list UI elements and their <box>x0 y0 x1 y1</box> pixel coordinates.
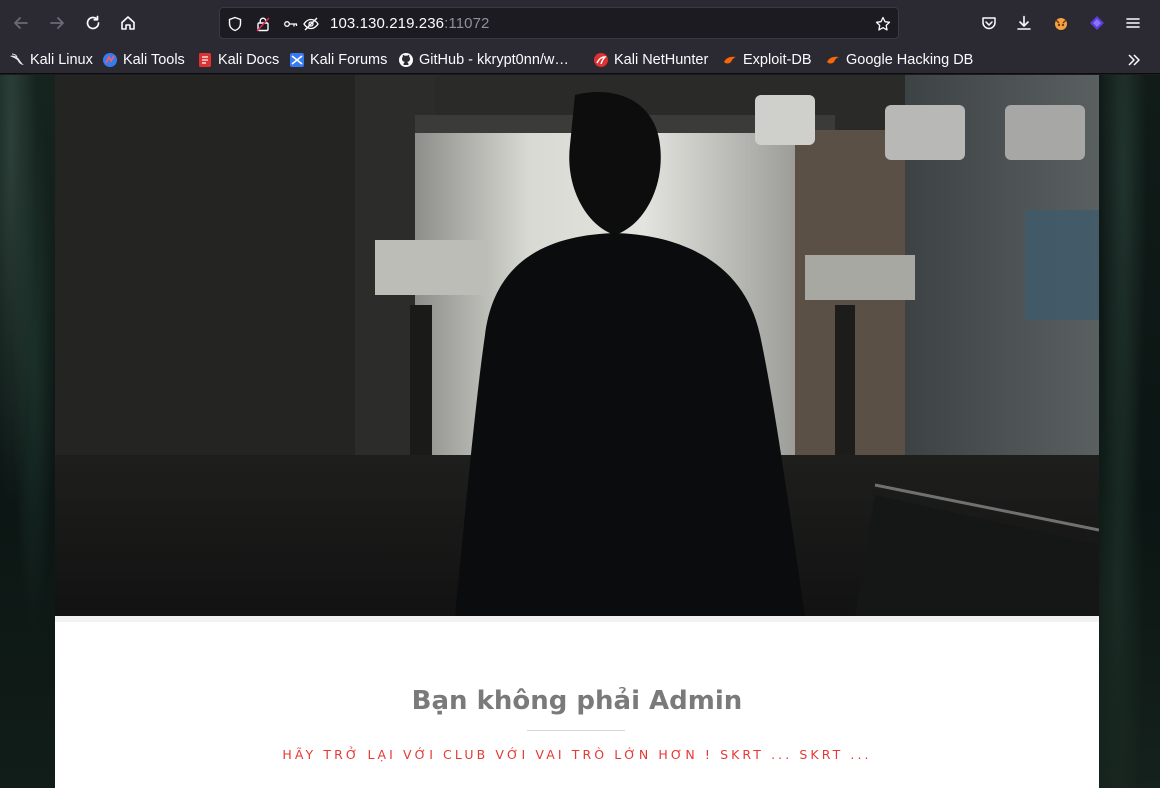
bookmark-label: Kali NetHunter <box>614 52 709 68</box>
back-button[interactable] <box>7 9 35 37</box>
exploit-db-icon <box>722 52 738 68</box>
arrow-right-icon <box>50 17 64 29</box>
bookmark-label: Kali Forums <box>310 52 388 68</box>
hamburger-menu-icon <box>1126 18 1140 28</box>
url-host: 103.130.219.236 <box>330 15 445 32</box>
extension-button-2[interactable] <box>1083 9 1111 37</box>
bookmark-kali-docs[interactable]: Kali Docs <box>197 49 279 71</box>
downloads-button[interactable] <box>1010 9 1038 37</box>
forward-button[interactable] <box>43 9 71 37</box>
page-title: Bạn không phải Admin <box>411 686 743 716</box>
bookmark-kali-forums[interactable]: Kali Forums <box>289 49 387 71</box>
bookmark-label: Kali Linux <box>30 52 93 68</box>
pocket-button[interactable] <box>975 9 1003 37</box>
url-text[interactable]: 103.130.219.236:11072 <box>330 15 490 32</box>
kali-docs-icon <box>197 52 213 68</box>
bookmark-label: Kali Tools <box>123 52 185 68</box>
message-card: Bạn không phải Admin HÃY TRỞ LẠI VỚI CLU… <box>55 616 1099 788</box>
github-icon <box>398 52 414 68</box>
background-right <box>1099 75 1160 788</box>
bookmark-kali-linux[interactable]: Kali Linux <box>9 49 93 71</box>
title-divider <box>527 730 625 731</box>
bookmark-github[interactable]: GitHub - kkrypt0nn/w… <box>398 49 569 71</box>
bookmark-label: Kali Docs <box>218 52 280 68</box>
page-subtitle: HÃY TRỞ LẠI VỚI CLUB VỚI VAI TRÒ LỚN HƠN… <box>282 747 872 762</box>
permissions-icon[interactable] <box>282 15 300 33</box>
home-icon <box>121 16 135 30</box>
hero-video[interactable] <box>55 75 1099 616</box>
page-viewport: Bạn không phải Admin HÃY TRỞ LẠI VỚI CLU… <box>0 75 1160 788</box>
pocket-icon <box>982 17 996 30</box>
browser-toolbar: 103.130.219.236:11072 <box>0 0 1160 46</box>
bookmark-google-hacking-db[interactable]: Google Hacking DB <box>825 49 973 71</box>
kali-forums-icon <box>289 52 305 68</box>
extension-icon <box>1090 16 1104 30</box>
reload-icon <box>86 15 100 30</box>
url-port: :11072 <box>444 15 490 32</box>
bookmark-kali-nethunter[interactable]: Kali NetHunter <box>593 49 708 71</box>
star-icon[interactable] <box>874 15 892 33</box>
ghdb-icon <box>825 52 841 68</box>
url-bar[interactable]: 103.130.219.236:11072 <box>219 7 899 39</box>
bookmark-label: Google Hacking DB <box>846 52 974 68</box>
lock-icon[interactable] <box>254 15 272 33</box>
extension-button-1[interactable] <box>1047 9 1075 37</box>
kali-dragon-icon <box>9 52 25 68</box>
background-left <box>0 75 56 788</box>
hero-image <box>55 75 1099 616</box>
tracking-protection-icon[interactable] <box>302 15 320 33</box>
bookmark-label: GitHub - kkrypt0nn/w… <box>419 52 569 68</box>
nethunter-icon <box>593 52 609 68</box>
home-button[interactable] <box>114 9 142 37</box>
shield-icon[interactable] <box>226 15 244 33</box>
menu-button[interactable] <box>1119 9 1147 37</box>
extension-icon <box>1055 18 1067 30</box>
bookmarks-toolbar: Kali Linux Kali Tools Kali Docs Kali For… <box>0 46 1160 74</box>
chevron-double-right-icon <box>1126 52 1142 68</box>
kali-tools-icon <box>102 52 118 68</box>
bookmark-exploit-db[interactable]: Exploit-DB <box>722 49 812 71</box>
reload-button[interactable] <box>79 9 107 37</box>
bookmark-kali-tools[interactable]: Kali Tools <box>102 49 185 71</box>
download-icon <box>1017 15 1031 30</box>
bookmarks-overflow-button[interactable] <box>1126 49 1147 71</box>
bookmark-label: Exploit-DB <box>743 52 812 68</box>
arrow-left-icon <box>14 17 28 29</box>
